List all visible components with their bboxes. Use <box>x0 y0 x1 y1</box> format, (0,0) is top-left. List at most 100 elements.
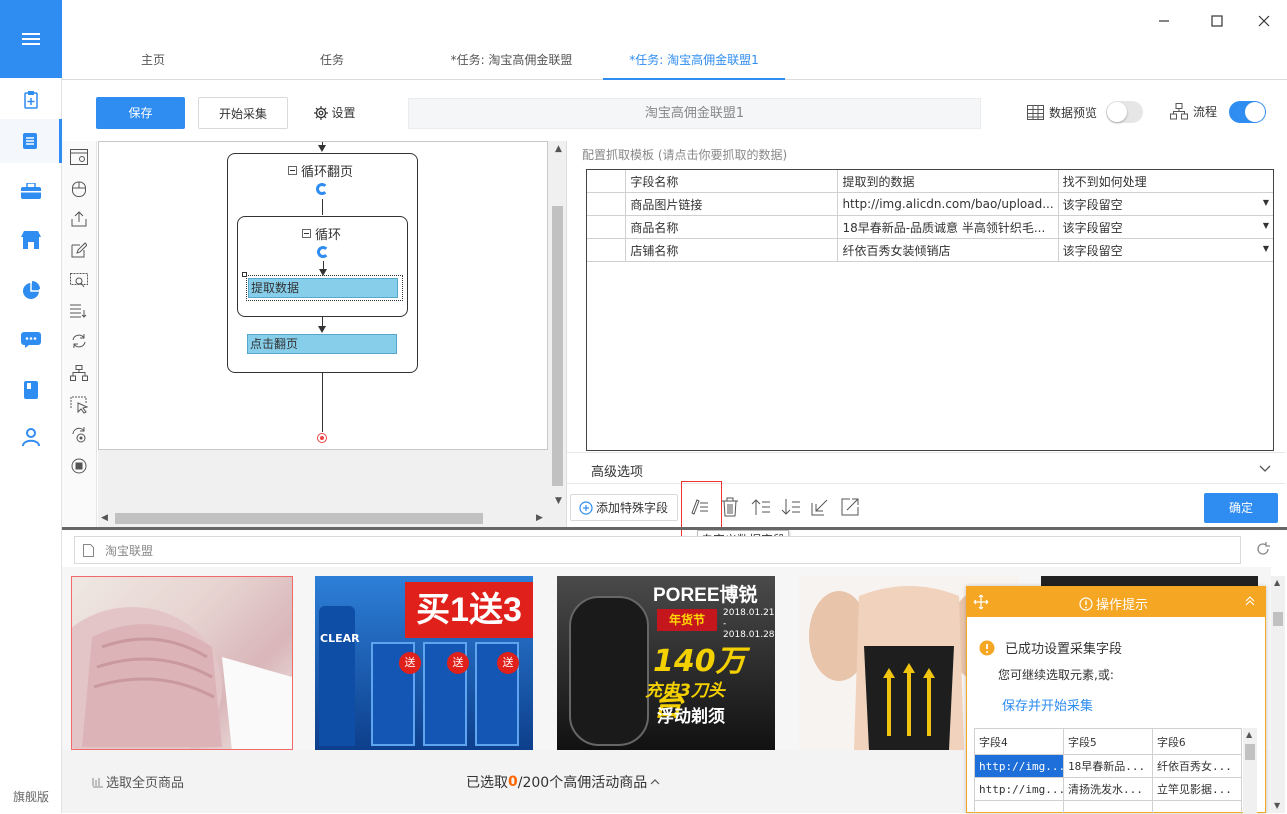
tool-condition[interactable] <box>66 360 92 386</box>
flow-switch[interactable] <box>1229 101 1266 123</box>
close-button[interactable] <box>1250 8 1278 34</box>
select-all-button[interactable]: 选取全页商品 <box>92 772 184 791</box>
table-row[interactable]: http://img... 18早春新品... 纤依百秀女... <box>975 755 1242 778</box>
maximize-button[interactable] <box>1203 8 1231 34</box>
table-row[interactable]: 店铺名称 纤依百秀女装倾销店 该字段留空▼ <box>587 239 1274 262</box>
advanced-options-bar[interactable]: 高级选项 <box>567 452 1285 484</box>
scroll-up-icon[interactable]: ▲ <box>1246 730 1252 739</box>
table-cell[interactable]: 立竿见影据... <box>1153 778 1242 801</box>
tool-click[interactable] <box>66 175 92 201</box>
field-name-cell[interactable]: 商品图片链接 <box>626 193 838 216</box>
delete-field-button[interactable] <box>721 497 739 520</box>
column-header: 找不到如何处理 <box>1058 170 1273 193</box>
fallback-select[interactable]: 该字段留空▼ <box>1058 216 1273 239</box>
row-handle[interactable] <box>587 216 626 239</box>
scroll-down-icon[interactable]: ▼ <box>1274 801 1280 810</box>
sidebar-item-tutorial[interactable] <box>0 368 62 412</box>
table-row[interactable]: 商品名称 18早春新品-品质诚意 半高领针织毛... 该字段留空▼ <box>587 216 1274 239</box>
scroll-thumb[interactable] <box>115 513 483 524</box>
scroll-down-icon[interactable]: ▼ <box>555 496 562 506</box>
tool-captcha[interactable] <box>66 268 92 294</box>
refresh-button[interactable] <box>1255 541 1271 560</box>
sidebar-item-messages[interactable] <box>0 318 62 362</box>
save-and-start-link[interactable]: 保存并开始采集 <box>1002 695 1093 714</box>
field-name-cell[interactable]: 店铺名称 <box>626 239 838 262</box>
flow-horizontal-scrollbar[interactable]: ◀ ▶ <box>98 510 549 527</box>
tab-tasks[interactable]: 任务 <box>244 40 420 80</box>
data-preview-switch[interactable] <box>1106 101 1143 123</box>
import-button[interactable] <box>811 498 829 519</box>
custom-field-button[interactable] <box>690 498 710 519</box>
table-row[interactable] <box>975 801 1242 814</box>
page-vertical-scrollbar[interactable]: ▲ ▼ <box>1271 576 1285 813</box>
menu-button[interactable] <box>0 0 62 78</box>
selected-count-toggle[interactable]: 已选取 0 /200个高佣活动商品 <box>466 772 660 792</box>
scroll-thumb[interactable] <box>552 206 563 486</box>
sidebar-item-account[interactable] <box>0 415 62 459</box>
tool-mouse-hover[interactable] <box>66 392 92 418</box>
table-row[interactable]: http://img... 清扬洗发水... 立竿见影据... <box>975 778 1242 801</box>
export-button[interactable] <box>841 498 859 519</box>
confirm-button[interactable]: 确定 <box>1204 493 1278 523</box>
field-name-cell[interactable]: 商品名称 <box>626 216 838 239</box>
scroll-thumb[interactable] <box>1273 612 1283 626</box>
sidebar-item-toolbox[interactable] <box>0 169 62 213</box>
sidebar-item-stats[interactable] <box>0 268 62 312</box>
product-card[interactable]: 买1送3 CLEAR 送 送 送 <box>315 576 533 750</box>
start-collect-button[interactable]: 开始采集 <box>198 97 288 129</box>
tab-home[interactable]: 主页 <box>62 40 244 80</box>
tab-task-1[interactable]: *任务: 淘宝高佣金联盟 <box>420 40 603 80</box>
flow-toggle-group: 流程 <box>1170 103 1217 120</box>
move-down-button[interactable] <box>781 498 801 519</box>
tool-loop[interactable] <box>66 328 92 354</box>
move-up-button[interactable] <box>751 498 771 519</box>
scroll-thumb[interactable] <box>1245 744 1255 760</box>
flow-vertical-scrollbar[interactable]: ▲ ▼ <box>549 141 566 510</box>
fallback-select[interactable]: 该字段留空▼ <box>1058 193 1273 216</box>
collapse-icon[interactable] <box>288 166 297 175</box>
step-extract-data[interactable]: 提取数据 <box>248 278 398 298</box>
save-button[interactable]: 保存 <box>96 97 185 129</box>
table-cell[interactable]: 清扬洗发水... <box>1064 778 1153 801</box>
row-handle[interactable] <box>587 193 626 216</box>
splitter[interactable] <box>62 527 1287 530</box>
tool-extract[interactable] <box>66 206 92 232</box>
sidebar-item-new-task[interactable] <box>0 78 62 122</box>
step-click-next-page[interactable]: 点击翻页 <box>247 334 397 354</box>
collapse-icon[interactable] <box>302 229 311 238</box>
table-cell[interactable]: http://img... <box>975 755 1064 778</box>
row-handle[interactable] <box>587 239 626 262</box>
inner-loop-box[interactable]: 循环 提取数据 <box>237 216 408 317</box>
minimize-button[interactable] <box>1150 8 1178 34</box>
collapse-up-icon[interactable] <box>1245 596 1255 606</box>
tool-switch-dropdown[interactable] <box>66 298 92 324</box>
tab-task-2[interactable]: *任务: 淘宝高佣金联盟1 <box>603 40 785 80</box>
scroll-right-icon[interactable]: ▶ <box>536 513 543 523</box>
scroll-up-icon[interactable]: ▲ <box>555 144 562 154</box>
fallback-select[interactable]: 该字段留空▼ <box>1058 239 1273 262</box>
tool-open-page[interactable] <box>66 144 92 170</box>
add-special-field-button[interactable]: 添加特殊字段 <box>570 494 678 521</box>
flow-canvas[interactable]: 循环翻页 循环 提取数据 点击翻页 <box>98 141 548 450</box>
settings-button[interactable]: 设置 <box>302 97 368 129</box>
task-name-input[interactable]: 淘宝高佣金联盟1 <box>408 98 981 129</box>
product-card[interactable] <box>71 576 293 750</box>
sidebar-item-store[interactable] <box>0 218 62 262</box>
outer-loop-box[interactable]: 循环翻页 循环 提取数据 点击翻页 <box>227 153 418 373</box>
tool-end-loop[interactable] <box>66 453 92 479</box>
tips-table-scrollbar[interactable]: ▲ <box>1243 728 1257 814</box>
address-bar[interactable]: 淘宝联盟 <box>74 536 1241 564</box>
table-cell[interactable]: 纤依百秀女... <box>1153 755 1242 778</box>
tool-cookie[interactable] <box>66 422 92 448</box>
tool-input[interactable] <box>66 237 92 263</box>
scroll-up-icon[interactable]: ▲ <box>1274 578 1280 587</box>
table-cell[interactable]: 18早春新品... <box>1064 755 1153 778</box>
sidebar-item-tasks[interactable] <box>0 119 62 163</box>
move-icon[interactable] <box>973 594 989 610</box>
table-row[interactable]: 商品图片链接 http://img.alicdn.com/bao/upload.… <box>587 193 1274 216</box>
product-card-partial <box>1041 576 1258 586</box>
selection-handle[interactable] <box>242 272 247 277</box>
product-card[interactable]: POREE博锐 年货节 2018.01.21 - 2018.01.28 140万… <box>557 576 775 750</box>
table-cell[interactable]: http://img... <box>975 778 1064 801</box>
scroll-left-icon[interactable]: ◀ <box>101 513 108 523</box>
